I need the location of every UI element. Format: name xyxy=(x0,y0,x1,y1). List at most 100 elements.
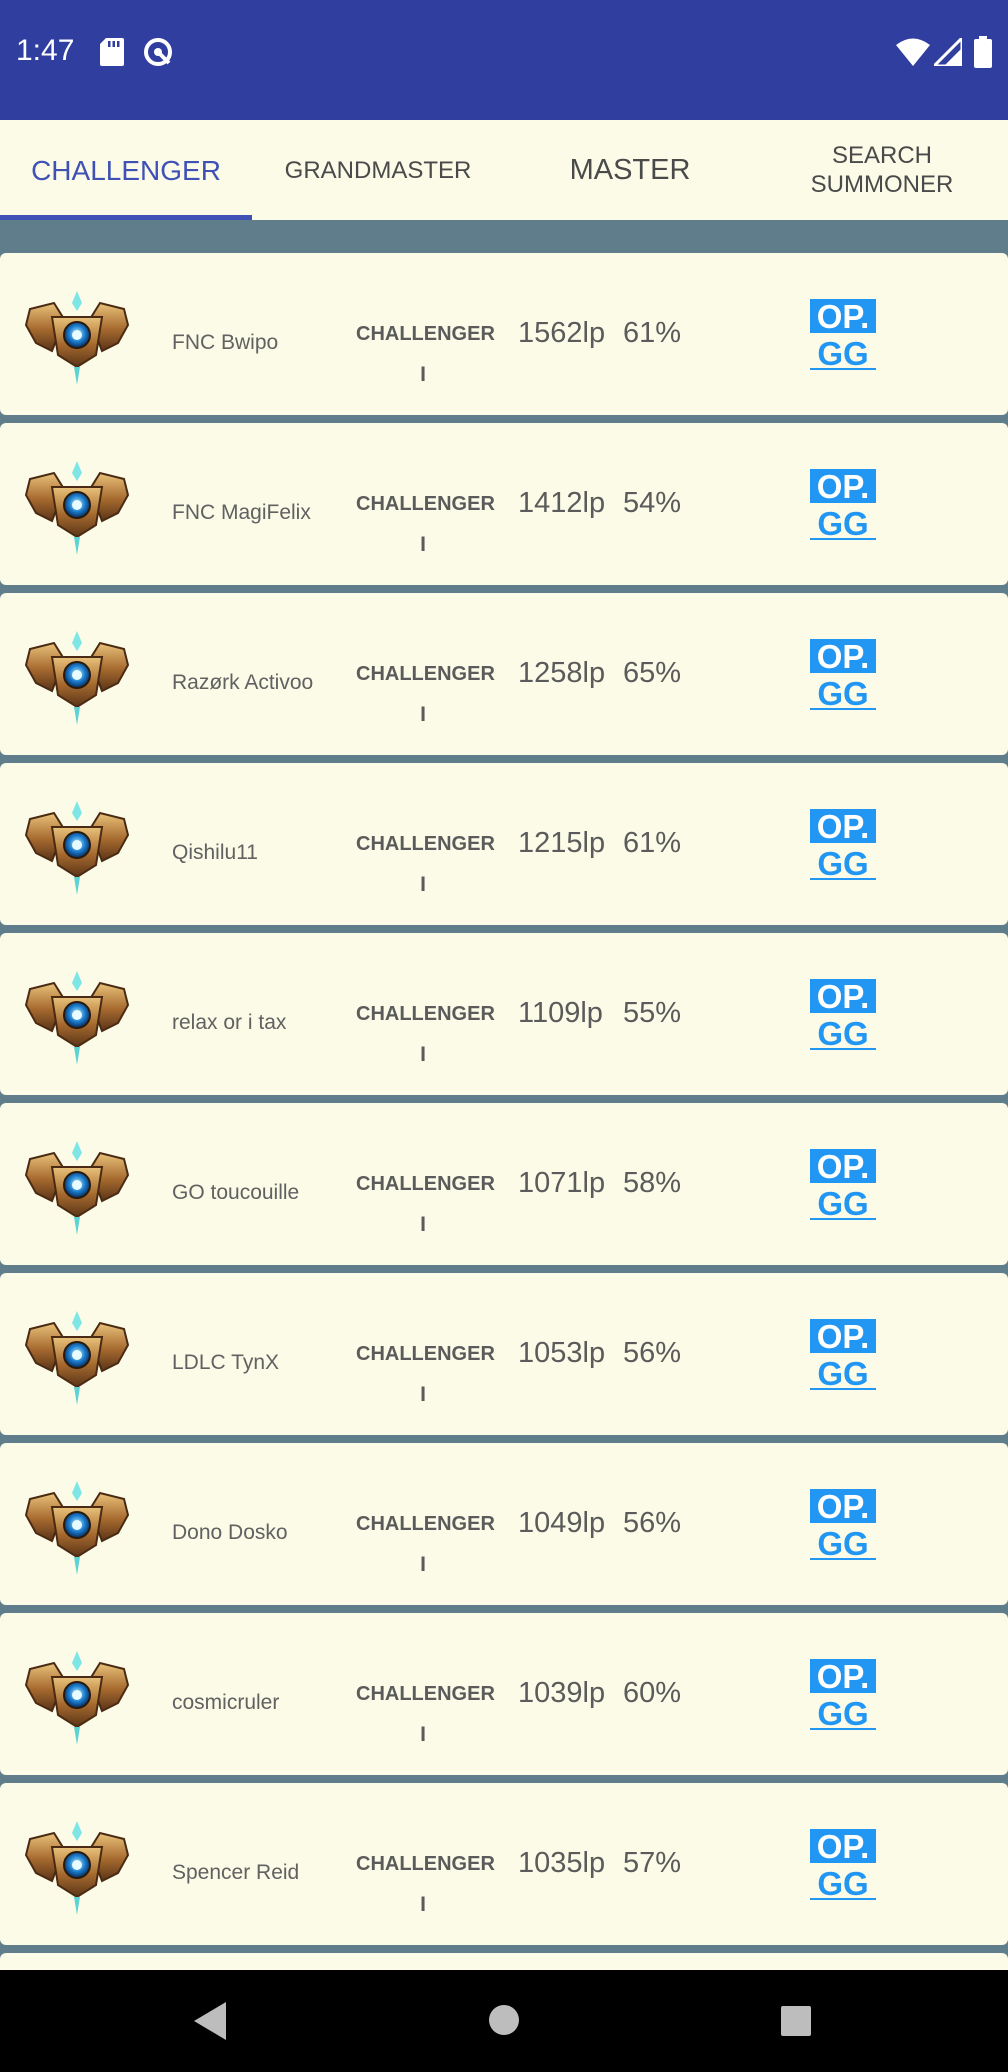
ranking-row[interactable]: FNC Bwipo CHALLENGER I 1562lp 61% OP. GG xyxy=(0,253,1008,415)
summoner-name: relax or i tax xyxy=(172,1011,287,1034)
tab-challenger[interactable]: CHALLENGER xyxy=(0,120,252,220)
win-rate: 55% xyxy=(623,997,682,1029)
opgg-link-icon[interactable]: OP. GG xyxy=(810,979,876,1051)
division-label: I xyxy=(420,1213,426,1236)
svg-text:OP.: OP. xyxy=(817,1829,870,1865)
svg-text:GG: GG xyxy=(817,505,868,541)
status-time: 1:47 xyxy=(16,34,75,67)
summoner-name: LDLC TynX xyxy=(172,1351,279,1374)
tab-bar: CHALLENGER GRANDMASTER MASTER SEARCH SUM… xyxy=(0,120,1008,220)
opgg-link-icon[interactable]: OP. GG xyxy=(810,1149,876,1221)
tier-label: CHALLENGER xyxy=(356,1343,495,1365)
svg-text:GG: GG xyxy=(817,1525,868,1561)
summoner-name: Qishilu11 xyxy=(172,841,258,864)
challenger-emblem-icon xyxy=(24,461,130,555)
tier-label: CHALLENGER xyxy=(356,1173,495,1195)
challenger-emblem-icon xyxy=(24,1821,130,1915)
win-rate: 57% xyxy=(623,1847,682,1879)
tier-label: CHALLENGER xyxy=(356,1853,495,1875)
tab-challenger-label: CHALLENGER xyxy=(31,154,221,186)
win-rate: 54% xyxy=(623,487,682,519)
division-label: I xyxy=(420,1383,426,1406)
ranking-row[interactable]: Razørk Activoo CHALLENGER I 1258lp 65% O… xyxy=(0,593,1008,755)
ranking-row[interactable]: Spencer Reid CHALLENGER I 1035lp 57% OP.… xyxy=(0,1783,1008,1945)
division-label: I xyxy=(420,363,426,386)
challenger-emblem-icon xyxy=(24,631,130,725)
tier-label: CHALLENGER xyxy=(356,833,495,855)
ranking-row[interactable]: GO toucouille CHALLENGER I 1071lp 58% OP… xyxy=(0,1103,1008,1265)
app-root: 1:47 CHALLENGER GRANDMASTER MASTER SEARC xyxy=(0,0,1008,2072)
tier-label: CHALLENGER xyxy=(356,1513,495,1535)
opgg-link-icon[interactable]: OP. GG xyxy=(810,299,876,371)
ranking-row[interactable]: Qishilu11 CHALLENGER I 1215lp 61% OP. GG xyxy=(0,763,1008,925)
home-icon[interactable] xyxy=(488,2004,520,2036)
recents-icon[interactable] xyxy=(781,2006,811,2036)
division-label: I xyxy=(420,1553,426,1576)
challenger-emblem-icon xyxy=(24,971,130,1065)
wifi-icon xyxy=(896,38,930,66)
ranking-row[interactable]: cosmicruler CHALLENGER I 1039lp 60% OP. … xyxy=(0,1613,1008,1775)
tab-grandmaster[interactable]: GRANDMASTER xyxy=(252,120,504,220)
svg-text:OP.: OP. xyxy=(817,639,870,675)
challenger-emblem-icon xyxy=(24,801,130,895)
tier-label: CHALLENGER xyxy=(356,1003,495,1025)
ranking-row-partial[interactable] xyxy=(0,1953,1008,1970)
svg-text:GG: GG xyxy=(817,1015,868,1051)
back-icon[interactable] xyxy=(192,2000,228,2042)
challenger-emblem-icon xyxy=(24,291,130,385)
opgg-link-icon[interactable]: OP. GG xyxy=(810,1829,876,1901)
challenger-emblem-icon xyxy=(24,1141,130,1235)
league-points: 1049lp xyxy=(518,1507,606,1539)
ranking-row[interactable]: Dono Dosko CHALLENGER I 1049lp 56% OP. G… xyxy=(0,1443,1008,1605)
league-points: 1035lp xyxy=(518,1847,606,1879)
tab-search-summoner[interactable]: SEARCH SUMMONER xyxy=(756,120,1008,220)
summoner-name: Razørk Activoo xyxy=(172,671,314,694)
opgg-link-icon[interactable]: OP. GG xyxy=(810,639,876,711)
tier-label: CHALLENGER xyxy=(356,493,495,515)
league-points: 1412lp xyxy=(518,487,606,519)
league-points: 1562lp xyxy=(518,317,606,349)
signal-icon xyxy=(934,38,962,66)
summoner-name: Dono Dosko xyxy=(172,1521,288,1544)
win-rate: 61% xyxy=(623,317,682,349)
svg-text:GG: GG xyxy=(817,335,868,371)
league-points: 1053lp xyxy=(518,1337,606,1369)
opgg-link-icon[interactable]: OP. GG xyxy=(810,1319,876,1391)
tab-search-summoner-label: SEARCH SUMMONER xyxy=(810,142,954,198)
summoner-name: Spencer Reid xyxy=(172,1861,300,1884)
svg-text:OP.: OP. xyxy=(817,809,870,845)
ranking-row[interactable]: relax or i tax CHALLENGER I 1109lp 55% O… xyxy=(0,933,1008,1095)
tab-master[interactable]: MASTER xyxy=(504,120,756,220)
win-rate: 56% xyxy=(623,1507,682,1539)
vpn-icon xyxy=(144,38,172,66)
opgg-link-icon[interactable]: OP. GG xyxy=(810,1489,876,1561)
svg-text:OP.: OP. xyxy=(817,1149,870,1185)
opgg-link-icon[interactable]: OP. GG xyxy=(810,809,876,881)
svg-text:GG: GG xyxy=(817,1695,868,1731)
svg-text:GG: GG xyxy=(817,1865,868,1901)
division-label: I xyxy=(420,1893,426,1916)
sd-card-icon xyxy=(100,38,124,66)
division-label: I xyxy=(420,533,426,556)
svg-text:GG: GG xyxy=(817,1185,868,1221)
ranking-list[interactable]: FNC Bwipo CHALLENGER I 1562lp 61% OP. GG xyxy=(0,220,1008,1970)
challenger-emblem-icon xyxy=(24,1481,130,1575)
challenger-emblem-icon xyxy=(24,1311,130,1405)
league-points: 1215lp xyxy=(518,827,606,859)
svg-text:OP.: OP. xyxy=(817,1319,870,1355)
ranking-row[interactable]: FNC MagiFelix CHALLENGER I 1412lp 54% OP… xyxy=(0,423,1008,585)
summoner-name: GO toucouille xyxy=(172,1181,300,1204)
win-rate: 56% xyxy=(623,1337,682,1369)
challenger-emblem-icon xyxy=(24,1651,130,1745)
division-label: I xyxy=(420,873,426,896)
status-bar: 1:47 xyxy=(0,0,1008,120)
league-points: 1258lp xyxy=(518,657,606,689)
tier-label: CHALLENGER xyxy=(356,1683,495,1705)
opgg-link-icon[interactable]: OP. GG xyxy=(810,469,876,541)
svg-text:GG: GG xyxy=(817,845,868,881)
opgg-link-icon[interactable]: OP. GG xyxy=(810,1659,876,1731)
win-rate: 61% xyxy=(623,827,682,859)
svg-text:OP.: OP. xyxy=(817,1659,870,1695)
svg-text:OP.: OP. xyxy=(817,979,870,1015)
ranking-row[interactable]: LDLC TynX CHALLENGER I 1053lp 56% OP. GG xyxy=(0,1273,1008,1435)
